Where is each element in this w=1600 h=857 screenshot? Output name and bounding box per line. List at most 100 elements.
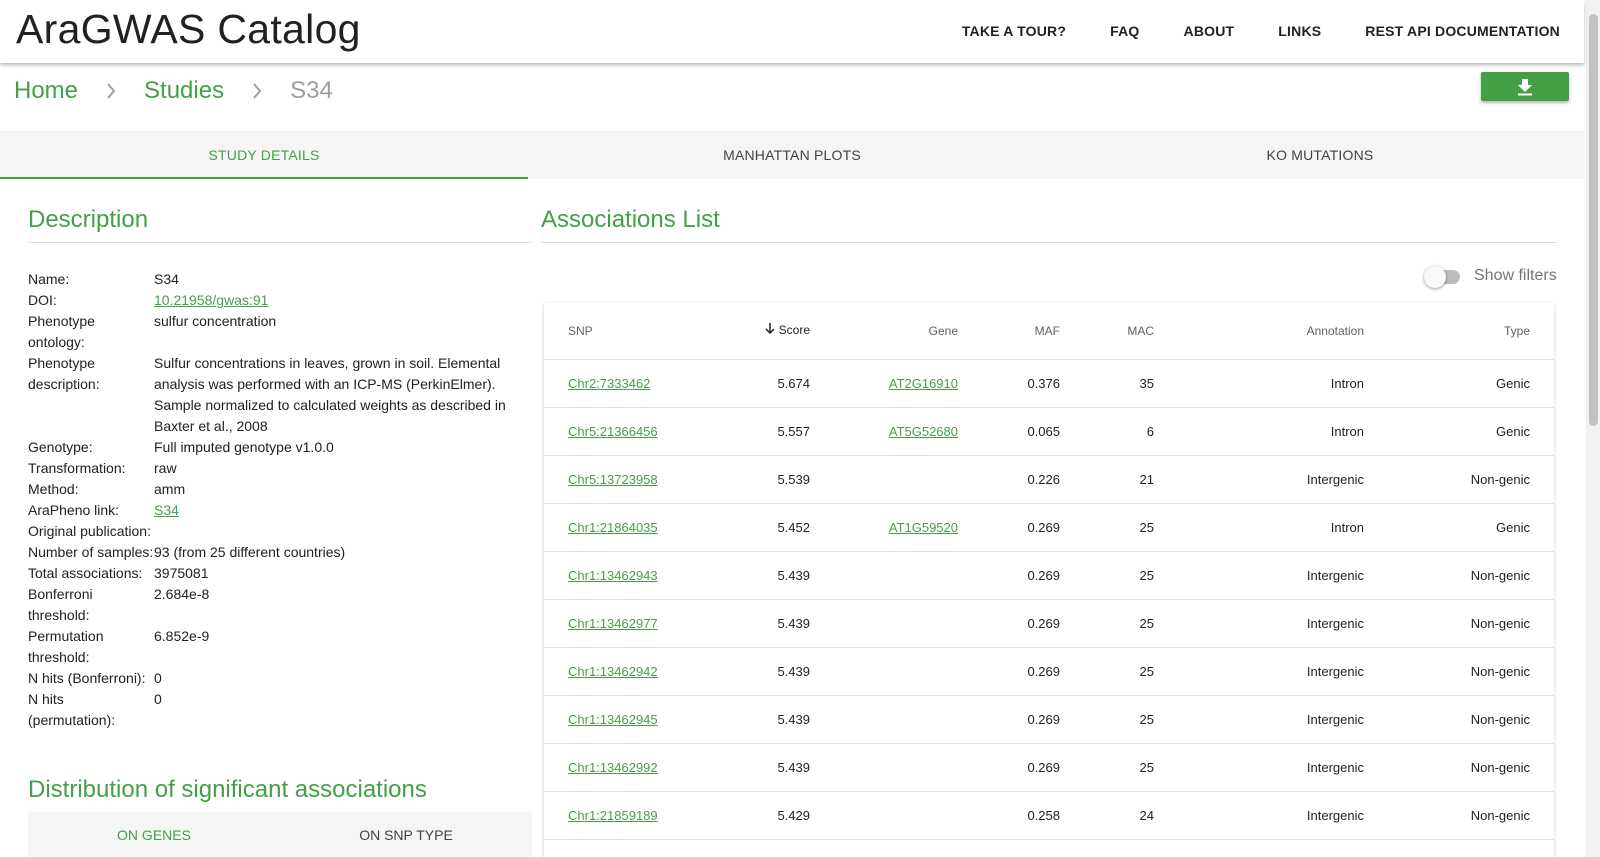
associations-table: SNP Score Gene MAF MAC Annotation Type C… [544,303,1554,840]
table-row[interactable]: Chr1:21864035 5.452 AT1G59520 0.269 25 Intron… [544,503,1554,552]
snp-link[interactable]: Chr1:13462992 [568,760,658,775]
col-snp[interactable]: SNP [544,303,704,360]
description-row: Genotype: Full imputed genotype v1.0.0 [28,437,532,458]
switch-knob [1424,266,1446,288]
download-button[interactable] [1481,72,1569,101]
cell-snp: Chr1:21864035 [544,503,704,552]
description-value: S34 [154,500,532,521]
cell-type: Genic [1388,407,1554,456]
filters-switch[interactable] [1424,266,1460,288]
cell-gene [834,455,982,504]
cell-annotation: Intergenic [1178,599,1388,648]
nav-faq[interactable]: FAQ [1088,0,1161,63]
table-row[interactable]: Chr5:21366456 5.557 AT5G52680 0.065 6 Intron G… [544,407,1554,456]
breadcrumb-studies[interactable]: Studies [144,77,224,105]
cell-gene [834,791,982,840]
cell-annotation: Intergenic [1178,791,1388,840]
cell-annotation: Intergenic [1178,551,1388,600]
cell-gene: AT5G52680 [834,407,982,456]
snp-link[interactable]: Chr1:13462943 [568,568,658,583]
col-mac[interactable]: MAC [1084,303,1178,360]
cell-score: 5.452 [704,503,834,552]
nav-about[interactable]: ABOUT [1162,0,1257,63]
breadcrumb-home[interactable]: Home [14,77,78,105]
description-value: 93 (from 25 different countries) [154,544,346,560]
cell-gene [834,647,982,696]
description-row: Total associations: 3975081 [28,563,532,584]
cell-snp: Chr2:7333462 [544,359,704,408]
study-tabs: STUDY DETAILS MANHATTAN PLOTS KO MUTATIO… [0,131,1584,179]
col-type[interactable]: Type [1388,303,1554,360]
cell-type: Genic [1388,359,1554,408]
snp-link[interactable]: Chr2:7333462 [568,376,650,391]
scrollbar-thumb[interactable] [1589,14,1598,426]
table-row[interactable]: Chr1:13462942 5.439 0.269 25 Intergenic Non-g… [544,647,1554,696]
cell-maf: 0.269 [982,599,1084,648]
table-row[interactable]: Chr1:21859189 5.429 0.258 24 Intergenic Non-g… [544,791,1554,840]
description-value: 10.21958/gwas:91 [154,290,532,311]
arrow-down-icon [765,323,775,338]
table-header-row: SNP Score Gene MAF MAC Annotation Type [544,303,1554,360]
distribution-title: Distribution of significant associations [28,776,427,803]
associations-title: Associations List [541,206,1557,243]
description-value: 6.852e-9 [154,628,210,644]
tab-manhattan-plots[interactable]: MANHATTAN PLOTS [528,131,1056,179]
tab-on-snp-type[interactable]: ON SNP TYPE [280,812,532,857]
tab-study-details[interactable]: STUDY DETAILS [0,131,528,179]
col-annotation[interactable]: Annotation [1178,303,1388,360]
description-link[interactable]: 10.21958/gwas:91 [154,292,268,308]
description-row: N hits (permutation): 0 [28,689,532,731]
description-value: Sulfur concentrations in leaves, grown i… [154,355,506,434]
table-row[interactable]: Chr2:7333462 5.674 AT2G16910 0.376 35 Intron G… [544,359,1554,408]
description-link[interactable]: S34 [154,502,179,518]
snp-link[interactable]: Chr1:13462977 [568,616,658,631]
cell-maf: 0.065 [982,407,1084,456]
description-row: Original publication: [28,521,532,542]
snp-link[interactable]: Chr1:13462945 [568,712,658,727]
tab-on-genes[interactable]: ON GENES [28,812,280,857]
col-gene[interactable]: Gene [834,303,982,360]
cell-type: Non-genic [1388,455,1554,504]
breadcrumb-current: S34 [290,77,333,104]
cell-mac: 25 [1084,503,1178,552]
snp-link[interactable]: Chr1:21864035 [568,520,658,535]
description-list: Name: S34 DOI: 10.21958/gwas:91 Phenotype on… [28,269,532,731]
description-label: Bonferroni threshold: [28,586,93,623]
show-filters-toggle[interactable]: Show filters [1424,266,1557,288]
cell-score: 5.539 [704,455,834,504]
col-maf[interactable]: MAF [982,303,1084,360]
table-row[interactable]: Chr1:13462945 5.439 0.269 25 Intergenic Non-g… [544,695,1554,744]
cell-annotation: Intron [1178,407,1388,456]
app-header: AraGWAS Catalog TAKE A TOUR? FAQ ABOUT L… [0,0,1584,63]
cell-maf: 0.258 [982,791,1084,840]
description-value: amm [154,481,186,497]
table-row[interactable]: Chr5:13723958 5.539 0.226 21 Intergenic Non-g… [544,455,1554,504]
gene-link[interactable]: AT2G16910 [889,376,958,391]
tab-ko-mutations[interactable]: KO MUTATIONS [1056,131,1584,179]
cell-snp: Chr1:13462992 [544,743,704,792]
cell-mac: 21 [1084,455,1178,504]
cell-score: 5.439 [704,695,834,744]
description-label: Phenotype description: [28,355,100,392]
page-scrollbar[interactable] [1586,0,1600,857]
nav-rest-api-docs[interactable]: REST API DOCUMENTATION [1343,0,1584,63]
nav-take-a-tour[interactable]: TAKE A TOUR? [940,0,1088,63]
snp-link[interactable]: Chr5:21366456 [568,424,658,439]
table-row[interactable]: Chr1:13462977 5.439 0.269 25 Intergenic Non-g… [544,599,1554,648]
cell-type: Non-genic [1388,695,1554,744]
snp-link[interactable]: Chr5:13723958 [568,472,658,487]
brand-title[interactable]: AraGWAS Catalog [16,6,361,53]
description-label: Permutation threshold: [28,628,104,665]
snp-link[interactable]: Chr1:13462942 [568,664,658,679]
col-score[interactable]: Score [704,303,834,360]
table-row[interactable]: Chr1:13462943 5.439 0.269 25 Intergenic Non-g… [544,551,1554,600]
gene-link[interactable]: AT1G59520 [889,520,958,535]
cell-mac: 25 [1084,647,1178,696]
cell-score: 5.557 [704,407,834,456]
col-score-label: Score [778,323,810,338]
description-row: Permutation threshold: 6.852e-9 [28,626,532,668]
snp-link[interactable]: Chr1:21859189 [568,808,658,823]
nav-links[interactable]: LINKS [1256,0,1343,63]
gene-link[interactable]: AT5G52680 [889,424,958,439]
table-row[interactable]: Chr1:13462992 5.439 0.269 25 Intergenic Non-g… [544,743,1554,792]
